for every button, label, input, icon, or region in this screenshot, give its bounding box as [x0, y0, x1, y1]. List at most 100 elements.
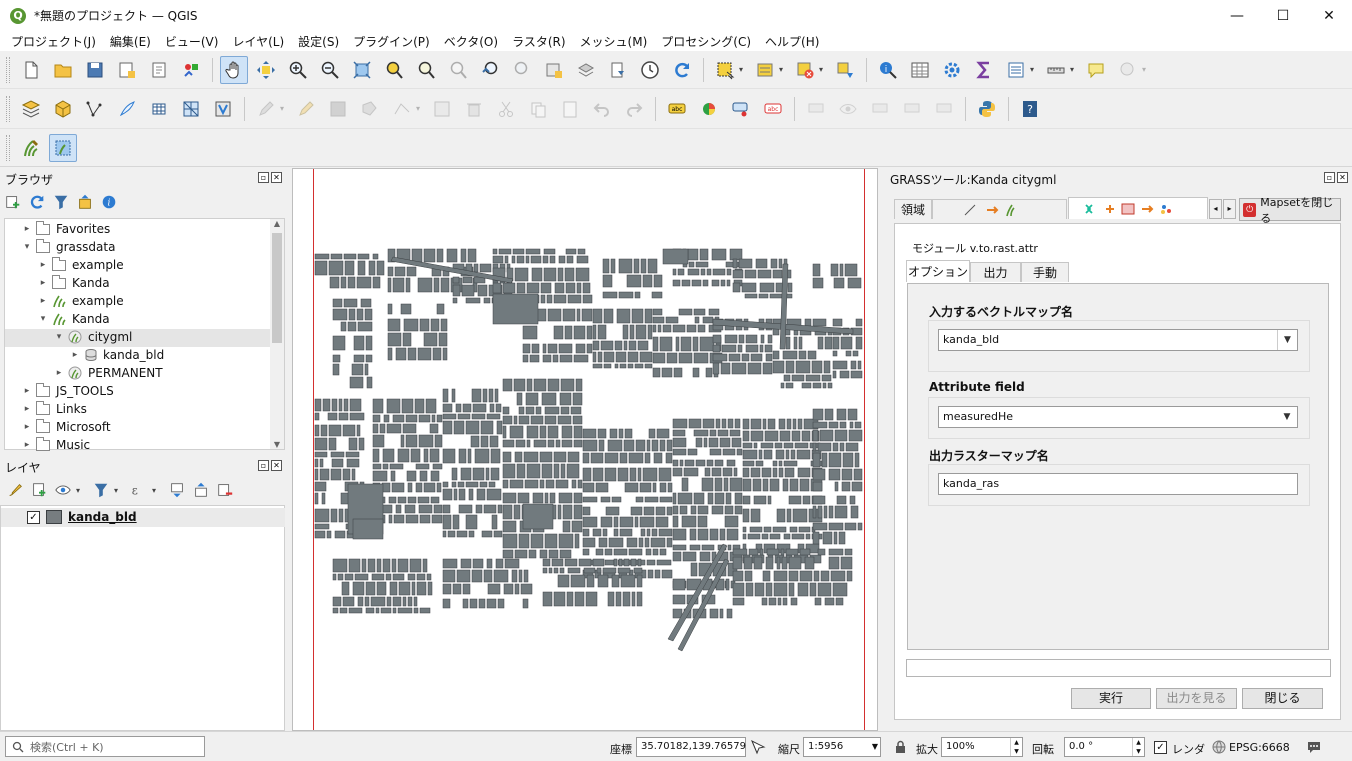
- chevron-down-icon[interactable]: ▾: [1070, 65, 1078, 74]
- zoom-in-button[interactable]: [284, 56, 312, 84]
- float-panel-button[interactable]: ▫: [1324, 172, 1335, 183]
- tree-item-music[interactable]: ▸ Music: [22, 436, 90, 454]
- chevron-right-icon[interactable]: ▸: [22, 422, 32, 432]
- new-shapefile-button[interactable]: [81, 95, 109, 123]
- menu-view[interactable]: ビュー(V): [158, 33, 226, 50]
- tab-region[interactable]: 領域: [894, 199, 932, 219]
- map-tips-button[interactable]: [1082, 56, 1110, 84]
- chevron-down-icon[interactable]: ▾: [38, 314, 48, 324]
- chevron-down-icon[interactable]: ▾: [22, 242, 32, 252]
- chevron-down-icon[interactable]: ▾: [779, 65, 787, 74]
- paste-features-button[interactable]: [556, 95, 584, 123]
- tab-manual[interactable]: 手動: [1021, 262, 1069, 282]
- add-mesh-button[interactable]: [177, 95, 205, 123]
- eye-icon[interactable]: [54, 481, 72, 499]
- chevron-down-icon[interactable]: ▾: [819, 65, 827, 74]
- cut-features-button[interactable]: [492, 95, 520, 123]
- open-field-calculator-button[interactable]: [1002, 56, 1030, 84]
- chevron-right-icon[interactable]: ▸: [38, 278, 48, 288]
- help-button[interactable]: ?: [1016, 95, 1044, 123]
- new-print-layout-button[interactable]: [113, 56, 141, 84]
- highlight-labels-button[interactable]: abc: [759, 95, 787, 123]
- tree-item-citygml[interactable]: ▾ citygml: [54, 328, 133, 346]
- scale-field[interactable]: 1:5956 ▼: [803, 737, 881, 757]
- close-panel-button[interactable]: ✕: [271, 460, 282, 471]
- layer-labeling-button[interactable]: abc: [663, 95, 691, 123]
- toggle-editing-button[interactable]: [292, 95, 320, 123]
- zoom-to-layer-button[interactable]: [412, 56, 440, 84]
- tab-options[interactable]: オプション: [906, 260, 970, 282]
- float-panel-button[interactable]: ▫: [258, 172, 269, 183]
- tab-scroll-right-icon[interactable]: ▸: [1223, 199, 1236, 219]
- statistics-button[interactable]: [970, 56, 998, 84]
- scroll-down-icon[interactable]: ▼: [270, 440, 284, 449]
- grass-region-button[interactable]: [49, 133, 77, 162]
- remove-layer-icon[interactable]: [216, 481, 234, 499]
- chevron-right-icon[interactable]: ▸: [70, 350, 80, 360]
- layout-manager-button[interactable]: [145, 56, 173, 84]
- chevron-down-icon[interactable]: ▼: [1277, 330, 1297, 350]
- copy-features-button[interactable]: [524, 95, 552, 123]
- modify-attributes-button[interactable]: [428, 95, 456, 123]
- chevron-down-icon[interactable]: ▾: [152, 486, 160, 495]
- measure-button[interactable]: [1042, 56, 1070, 84]
- filter-legend-icon[interactable]: [92, 481, 110, 499]
- rotation-field[interactable]: 0.0 ° ▲ ▼: [1064, 737, 1145, 757]
- add-virtual-layer-button[interactable]: [209, 95, 237, 123]
- tab-module-tree[interactable]: [932, 199, 1067, 219]
- maximize-button[interactable]: ☐: [1260, 0, 1306, 31]
- expression-filter-icon[interactable]: ε: [130, 481, 148, 499]
- style-manager-button[interactable]: [177, 56, 205, 84]
- tree-item-example-folder[interactable]: ▸ example: [38, 256, 124, 274]
- python-console-button[interactable]: [973, 95, 1001, 123]
- close-panel-button[interactable]: ✕: [1337, 172, 1348, 183]
- messages-icon[interactable]: [1306, 739, 1322, 755]
- toolbox-button[interactable]: [938, 56, 966, 84]
- menu-edit[interactable]: 編集(E): [103, 33, 158, 50]
- chevron-right-icon[interactable]: ▸: [22, 386, 32, 396]
- decorations-button[interactable]: [604, 56, 632, 84]
- open-project-button[interactable]: [49, 56, 77, 84]
- tab-scroll-left-icon[interactable]: ◂: [1209, 199, 1222, 219]
- tree-item-links[interactable]: ▸ Links: [22, 400, 87, 418]
- chevron-down-icon[interactable]: ▾: [76, 486, 84, 495]
- show-hide-labels-button[interactable]: [834, 95, 862, 123]
- add-raster-button[interactable]: [145, 95, 173, 123]
- menu-plugins[interactable]: プラグイン(P): [346, 33, 437, 50]
- menu-processing[interactable]: プロセシング(C): [654, 33, 758, 50]
- menu-layer[interactable]: レイヤ(L): [225, 33, 291, 50]
- magnifier-field[interactable]: 100% ▲ ▼: [941, 737, 1023, 757]
- input-vector-combo[interactable]: kanda_bld ▼: [938, 329, 1298, 351]
- move-diagram-button[interactable]: [866, 95, 894, 123]
- map-canvas[interactable]: [292, 168, 878, 731]
- chevron-right-icon[interactable]: ▸: [22, 440, 32, 450]
- close-mapset-button[interactable]: ⏻ Mapsetを閉じる: [1239, 196, 1341, 225]
- chevron-right-icon[interactable]: ▸: [54, 368, 64, 378]
- attribute-field-combo[interactable]: measuredHe ▼: [938, 406, 1298, 428]
- chevron-right-icon[interactable]: ▸: [38, 260, 48, 270]
- menu-mesh[interactable]: メッシュ(M): [573, 33, 655, 50]
- collapse-all-icon[interactable]: [76, 193, 94, 211]
- spinner-icon[interactable]: ▲ ▼: [1010, 738, 1022, 756]
- pan-map-button[interactable]: [220, 55, 248, 84]
- layer-visibility-checkbox[interactable]: ✓: [27, 510, 40, 524]
- redo-button[interactable]: [620, 95, 648, 123]
- close-window-button[interactable]: ✕: [1306, 0, 1352, 31]
- coordinate-field[interactable]: 35.70182,139.76579: [636, 737, 746, 757]
- edit-layers-button[interactable]: [252, 95, 280, 123]
- tab-module-list[interactable]: [1068, 197, 1208, 219]
- filter-icon[interactable]: [52, 193, 70, 211]
- tree-item-permanent[interactable]: ▸ PERMANENT: [54, 364, 163, 382]
- new-spatial-bookmark-button[interactable]: [540, 56, 568, 84]
- chevron-down-icon[interactable]: ▾: [114, 486, 122, 495]
- chevron-down-icon[interactable]: ▼: [1277, 407, 1297, 427]
- collapse-all-icon[interactable]: [192, 481, 210, 499]
- menu-settings[interactable]: 設定(S): [291, 33, 346, 50]
- add-group-icon[interactable]: [30, 481, 48, 499]
- style-brush-icon[interactable]: [6, 481, 24, 499]
- add-vector-layer-button[interactable]: [49, 95, 77, 123]
- layer-item-kanda-bld[interactable]: ✓ kanda_bld: [27, 508, 137, 526]
- digitize-button[interactable]: [113, 95, 141, 123]
- tree-item-favorites[interactable]: ▸ Favorites: [22, 220, 110, 238]
- mouse-coordinate-icon[interactable]: [749, 739, 767, 755]
